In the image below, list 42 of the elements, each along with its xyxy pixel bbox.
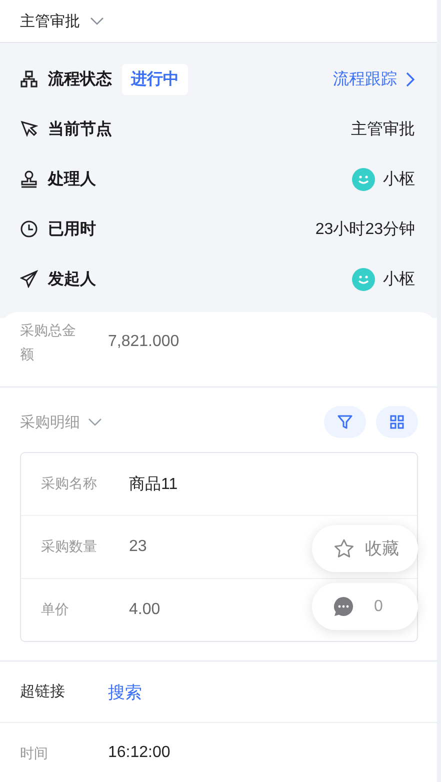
field-value: 16:12:00 [108,744,170,762]
field-label: 超链接 [20,682,66,702]
chevron-down-icon[interactable] [88,418,102,426]
comments-button[interactable]: 0 [312,583,418,630]
chevron-down-icon[interactable] [90,17,104,25]
row-label: 流程状态 [48,69,112,90]
user-name: 小枢 [383,270,415,290]
table-value: 23 [129,538,147,556]
filter-icon [337,414,353,430]
grid-view-button[interactable] [376,406,418,438]
field-value: 7,821.000 [108,333,180,351]
row-label: 当前节点 [48,120,112,140]
user-name: 小枢 [383,170,415,190]
row-value: 23小时23分钟 [315,220,415,240]
search-link[interactable]: 搜索 [108,680,142,704]
process-tracking-link[interactable]: 流程跟踪 [333,68,397,90]
node-selector[interactable]: 主管审批 [20,12,80,30]
field-label: 采购总金额 [20,321,77,364]
table-label: 采购名称 [41,475,98,493]
chevron-right-icon[interactable] [406,72,415,86]
star-icon [333,538,355,560]
filter-button[interactable] [324,406,366,438]
stamp-icon [20,170,38,188]
smiley-avatar-icon [352,268,375,290]
table-label: 单价 [41,601,70,619]
subtable-title[interactable]: 采购明细 [20,412,80,432]
row-label: 发起人 [48,270,96,290]
status-badge: 进行中 [122,64,188,94]
grid-icon [390,415,404,429]
table-value: 商品11 [129,474,178,494]
clock-icon [20,220,38,238]
row-value: 主管审批 [351,120,415,140]
paper-plane-icon [20,270,38,288]
comment-icon [333,596,354,617]
row-label: 处理人 [48,170,96,190]
field-label: 时间 [20,744,49,763]
hierarchy-icon [20,70,38,88]
row-label: 已用时 [48,220,96,240]
table-label: 采购数量 [41,538,98,556]
favorite-button[interactable]: 收藏 [312,525,418,572]
smiley-avatar-icon [352,168,375,190]
table-value: 4.00 [129,601,160,619]
